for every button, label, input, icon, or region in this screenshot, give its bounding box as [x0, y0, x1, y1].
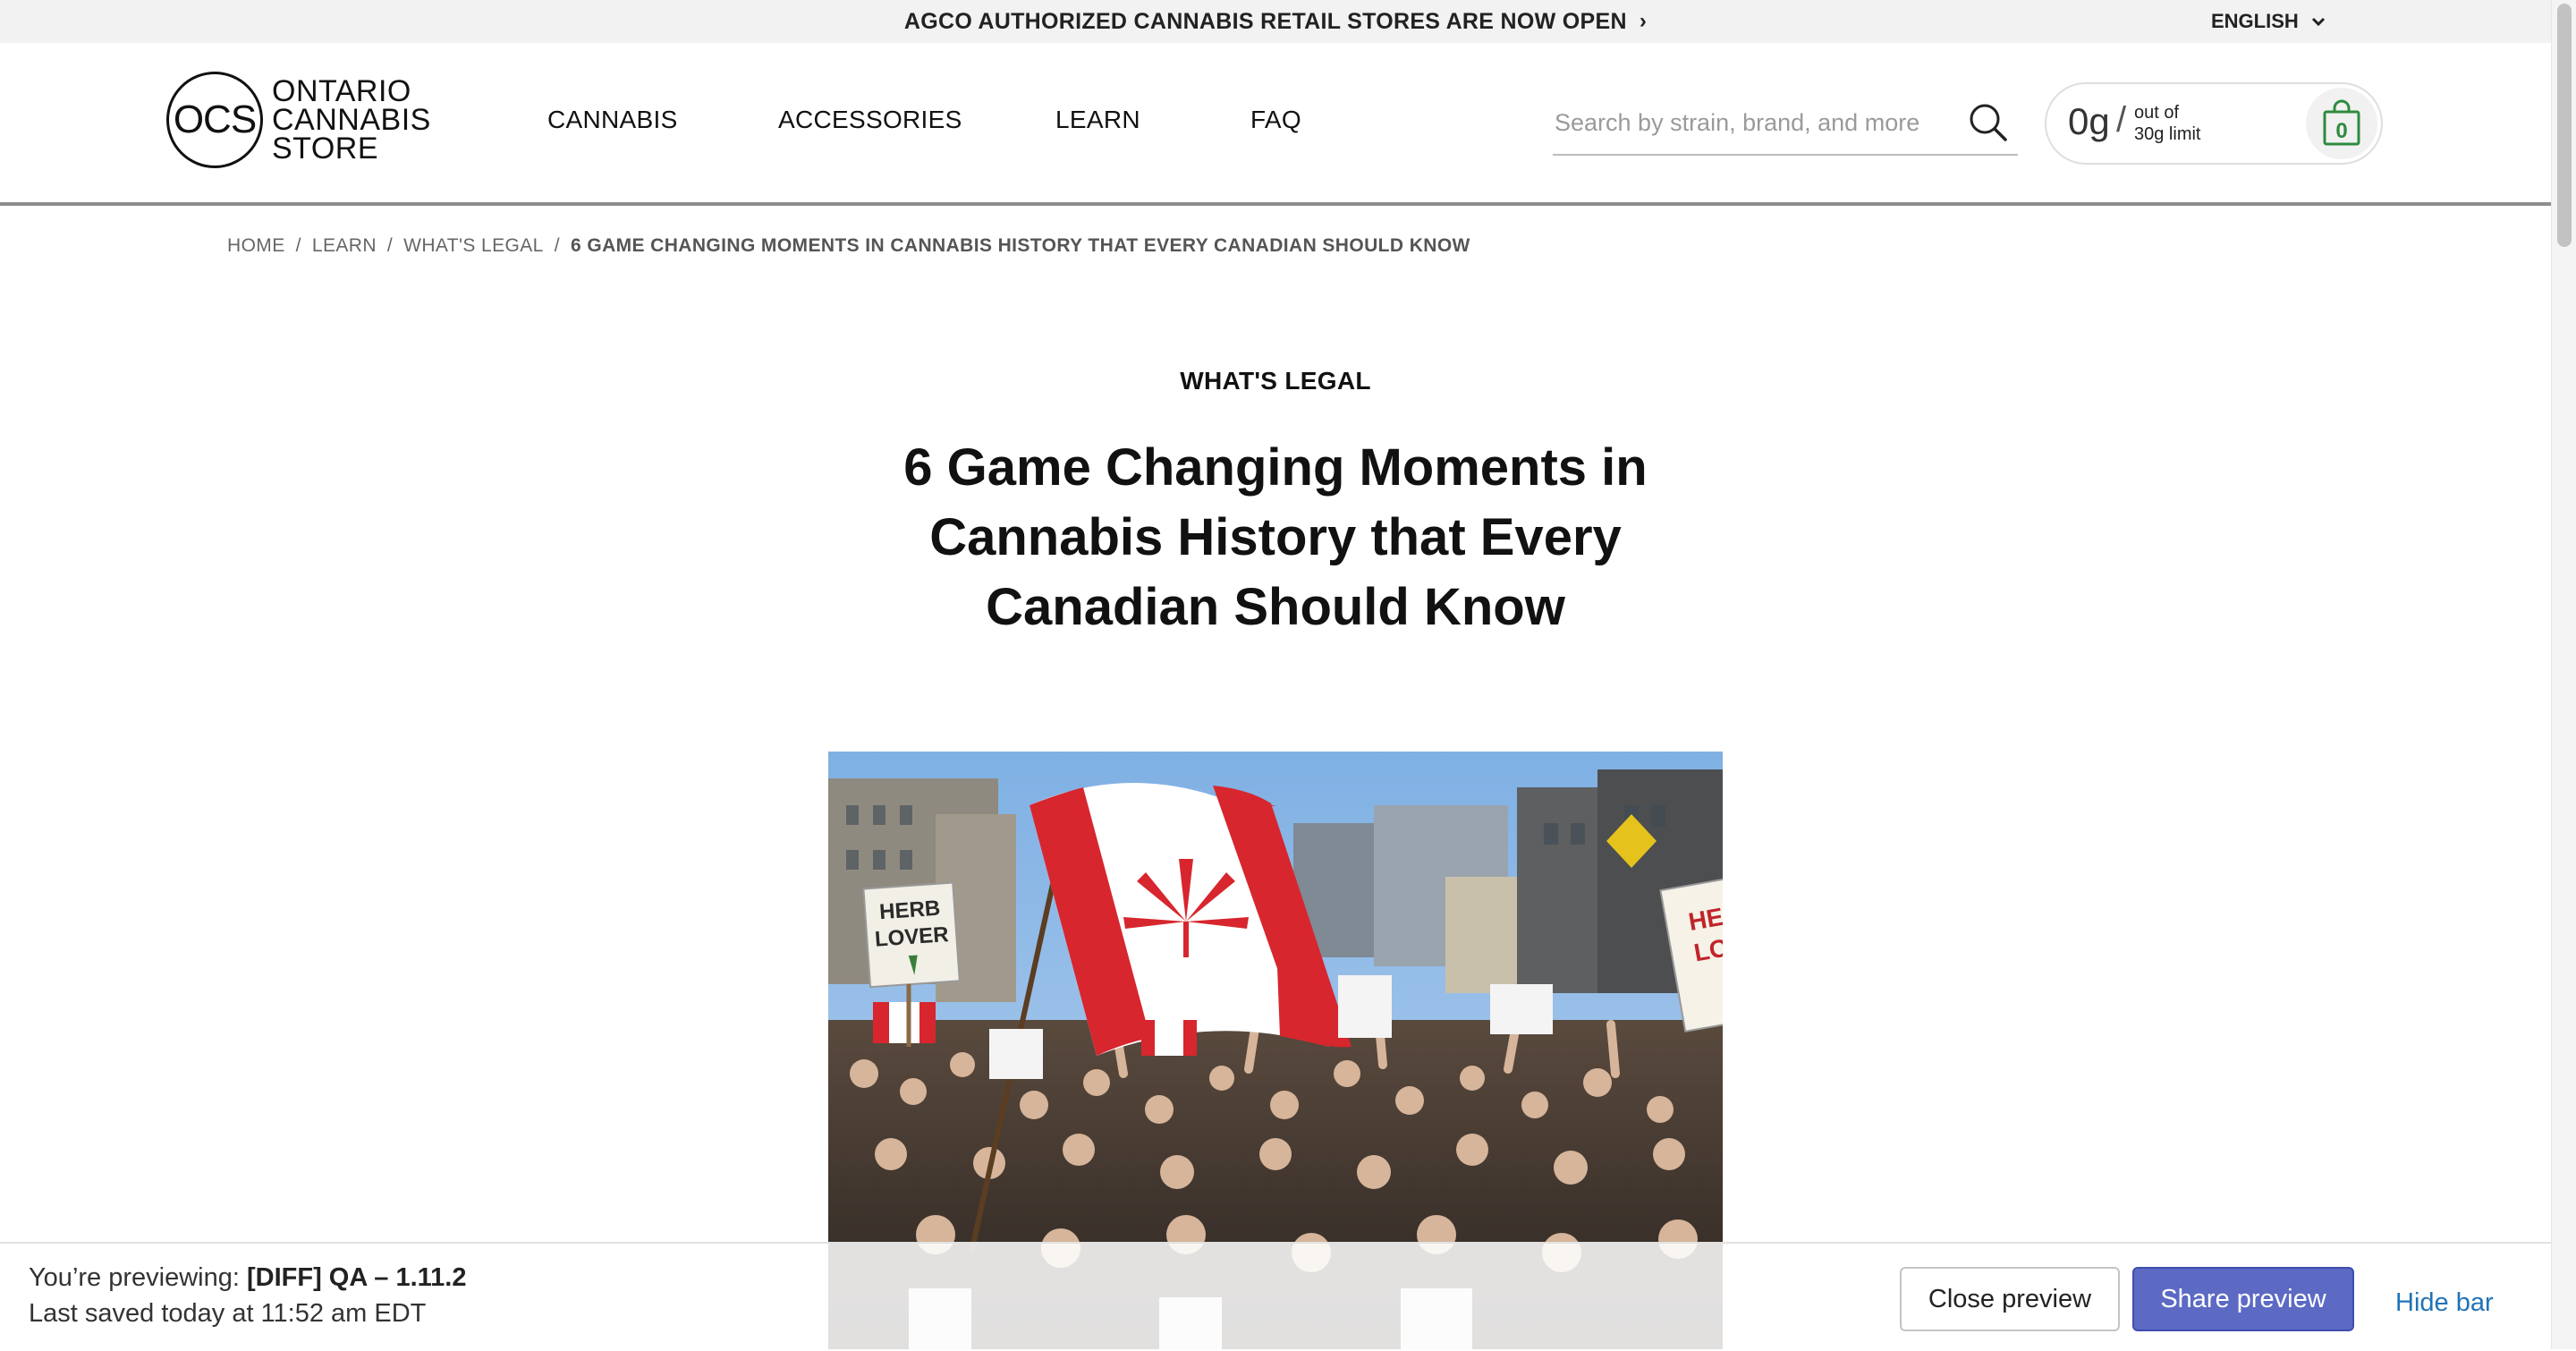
breadcrumb-separator: /	[295, 235, 301, 256]
breadcrumb-learn[interactable]: LEARN	[312, 235, 377, 257]
article-category[interactable]: WHAT'S LEGAL	[0, 367, 2551, 395]
language-label: ENGLISH	[2211, 10, 2299, 32]
preview-theme-line: You’re previewing: [DIFF] QA – 1.11.2	[29, 1263, 466, 1293]
logo-line-1: ONTARIO	[272, 74, 411, 108]
limit-text-line-1: out of	[2134, 103, 2180, 123]
close-preview-button[interactable]: Close preview	[1900, 1267, 2120, 1331]
preview-theme-name: [DIFF] QA – 1.11.2	[246, 1263, 467, 1292]
scrollbar-thumb[interactable]	[2557, 4, 2572, 247]
share-preview-button[interactable]: Share preview	[2132, 1267, 2354, 1331]
limit-amount: 0g	[2068, 100, 2110, 142]
limit-text-line-2: 30g limit	[2134, 124, 2201, 144]
breadcrumb-whats-legal[interactable]: WHAT'S LEGAL	[403, 235, 544, 257]
shopping-bag-icon: 0	[2323, 99, 2360, 146]
cart-button[interactable]: 0	[2306, 88, 2377, 159]
chevron-right-icon: ›	[1639, 9, 1648, 33]
nav-cannabis[interactable]: CANNABIS	[547, 106, 678, 134]
announcement-text[interactable]: AGCO AUTHORIZED CANNABIS RETAIL STORES A…	[904, 9, 1627, 35]
article-title: 6 Game Changing Moments in Cannabis Hist…	[903, 438, 1648, 636]
search-input[interactable]	[1553, 98, 1950, 147]
chevron-down-icon	[2311, 12, 2326, 32]
logo-line-2: CANNABIS	[272, 103, 431, 137]
search-icon[interactable]	[1968, 102, 2009, 143]
hide-bar-link[interactable]: Hide bar	[2395, 1288, 2494, 1318]
breadcrumb: HOME / LEARN / WHAT'S LEGAL / 6 GAME CHA…	[227, 235, 1470, 257]
preview-saved-text: Last saved today at 11:52 am EDT	[29, 1299, 427, 1328]
announcement-bar[interactable]: AGCO AUTHORIZED CANNABIS RETAIL STORES A…	[0, 0, 2551, 43]
nav-accessories[interactable]: ACCESSORIES	[778, 106, 962, 134]
page-scrollbar[interactable]	[2551, 0, 2576, 1349]
logo-wordmark: ONTARIO CANNABIS STORE	[272, 74, 431, 166]
sign-left-word-2: LOVER	[874, 922, 949, 952]
breadcrumb-separator: /	[386, 235, 394, 256]
sign-left-word-1: HERB	[878, 896, 941, 925]
logo-monogram: OCS	[166, 72, 263, 168]
breadcrumb-separator: /	[554, 235, 561, 256]
breadcrumb-home[interactable]: HOME	[227, 235, 285, 257]
language-selector[interactable]: ENGLISH	[2211, 0, 2326, 43]
purchase-limit-widget[interactable]: 0g / out of 30g limit 0	[2045, 82, 2383, 165]
breadcrumb-current: 6 GAME CHANGING MOMENTS IN CANNABIS HIST…	[571, 235, 1470, 256]
cart-count: 0	[2335, 119, 2347, 143]
nav-learn[interactable]: LEARN	[1055, 106, 1140, 134]
limit-text: out of 30g limit	[2134, 102, 2200, 145]
search-bar	[1553, 98, 2018, 156]
ocs-logo[interactable]: OCS ONTARIO CANNABIS STORE	[166, 72, 431, 168]
preview-bar: You’re previewing: [DIFF] QA – 1.11.2 La…	[0, 1242, 2551, 1351]
preview-label: You’re previewing:	[29, 1263, 240, 1292]
limit-slash: /	[2116, 100, 2127, 140]
site-header: OCS ONTARIO CANNABIS STORE CANNABIS ACCE…	[0, 43, 2551, 206]
logo-line-3: STORE	[272, 132, 379, 166]
nav-faq[interactable]: FAQ	[1250, 106, 1301, 134]
